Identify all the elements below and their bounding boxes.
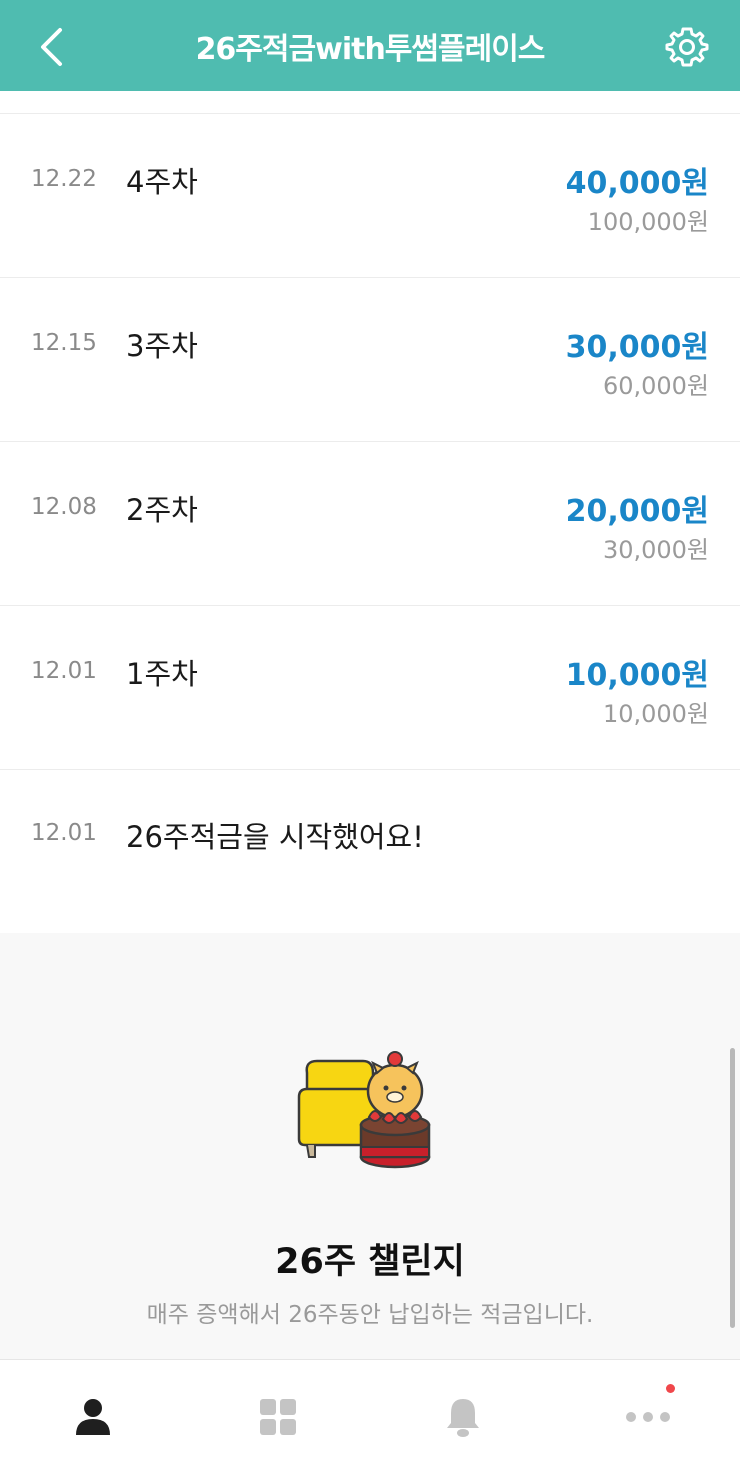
settings-button[interactable] — [662, 22, 712, 72]
row-week: 4주차 — [126, 165, 198, 199]
row-date: 12.15 — [31, 330, 97, 356]
row-week: 2주차 — [126, 493, 198, 527]
app-screen: 26주적금with투썸플레이스 12.22 4주차 40,000원 100,00… — [0, 0, 740, 1473]
row-week: 1주차 — [126, 657, 198, 691]
row-amount: 30,000원 — [565, 330, 709, 365]
tab-more[interactable] — [555, 1360, 740, 1473]
tab-profile[interactable] — [0, 1360, 185, 1473]
chevron-left-icon — [41, 28, 62, 66]
row-total: 30,000원 — [602, 536, 709, 564]
person-icon — [75, 1398, 110, 1435]
start-event-text: 26주적금을 시작했어요! — [126, 820, 424, 854]
row-total: 100,000원 — [587, 208, 709, 236]
history-row[interactable]: 12.15 3주차 30,000원 60,000원 — [0, 278, 740, 442]
row-total: 60,000원 — [602, 372, 709, 400]
row-total: 10,000원 — [602, 700, 709, 728]
history-row[interactable]: 12.01 1주차 10,000원 10,000원 — [0, 606, 740, 770]
row-date: 12.22 — [31, 166, 97, 192]
start-event-row: 12.01 26주적금을 시작했어요! — [0, 770, 740, 934]
bell-icon — [446, 1398, 479, 1437]
grid-icon — [259, 1398, 296, 1435]
scrollbar[interactable] — [730, 1048, 735, 1328]
more-icon — [625, 1411, 670, 1422]
challenge-description: 매주 증액해서 26주동안 납입하는 적금입니다. — [146, 1302, 594, 1328]
notification-badge-dot — [666, 1384, 675, 1393]
challenge-info: 26주 챌린지 매주 증액해서 26주동안 납입하는 적금입니다. — [0, 933, 740, 1359]
row-amount: 10,000원 — [565, 658, 709, 693]
row-amount: 40,000원 — [565, 166, 709, 201]
page-title: 26주적금with투썸플레이스 — [195, 31, 546, 67]
app-header: 26주적금with투썸플레이스 — [0, 0, 740, 91]
row-date: 12.01 — [31, 820, 97, 846]
bottom-tab-bar — [0, 1359, 740, 1473]
tab-notifications[interactable] — [370, 1360, 555, 1473]
row-amount: 20,000원 — [565, 494, 709, 529]
row-date: 12.08 — [31, 494, 97, 520]
row-date: 12.01 — [31, 658, 97, 684]
list-top-divider — [0, 91, 740, 114]
row-week: 3주차 — [126, 329, 198, 363]
challenge-title: 26주 챌린지 — [275, 1242, 465, 1282]
history-list: 12.22 4주차 40,000원 100,000원 12.15 3주차 30,… — [0, 91, 740, 934]
character-cake-illustration — [297, 1051, 431, 1169]
history-row[interactable]: 12.22 4주차 40,000원 100,000원 — [0, 114, 740, 278]
history-row[interactable]: 12.08 2주차 20,000원 30,000원 — [0, 442, 740, 606]
tab-products[interactable] — [185, 1360, 370, 1473]
back-button[interactable] — [28, 22, 74, 72]
gear-icon — [665, 27, 709, 67]
